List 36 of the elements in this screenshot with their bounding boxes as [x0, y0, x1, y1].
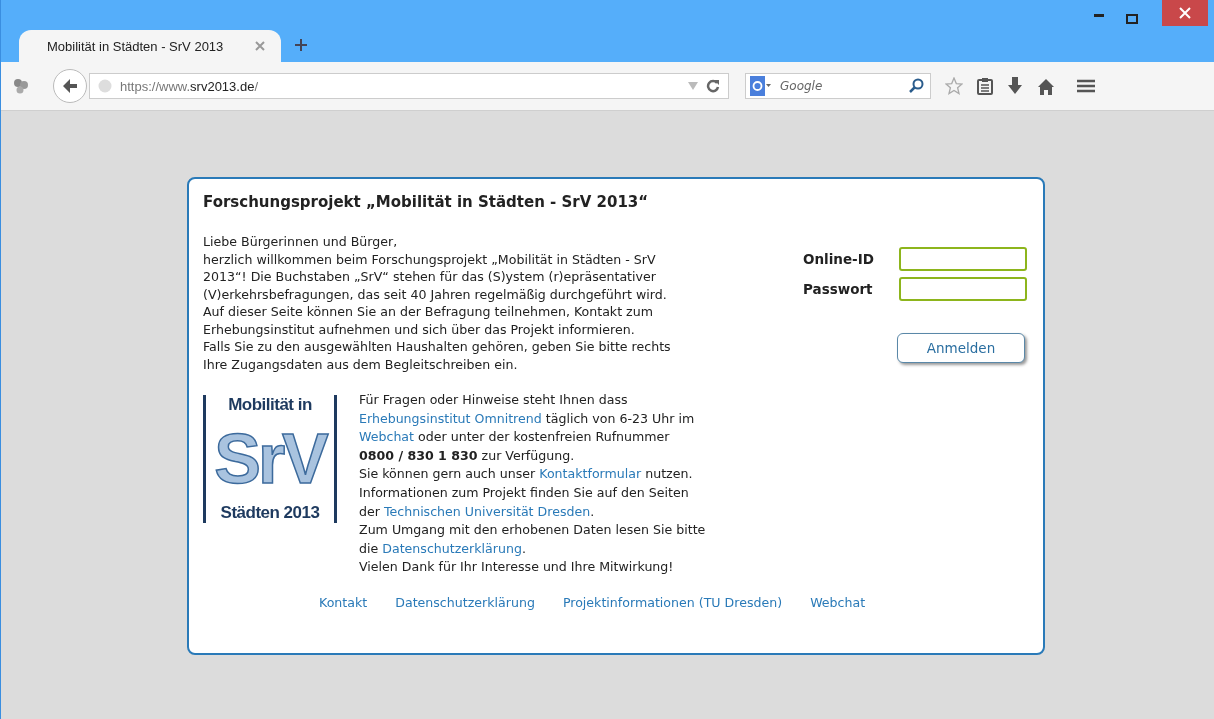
plus-icon[interactable] — [295, 39, 307, 51]
login-button[interactable]: Anmelden — [897, 333, 1025, 363]
intro-paragraph: Liebe Bürgerinnen und Bürger, herzlich willkommen beim Forschungsprojekt „Mobilität in Städten - SrV 2013“! Die Buchstaben „SrV“ stehen für das (S)ystem (r)epräsentativer (V)erkehrsbefragungen, das seit 40 Jahren regelmäßig durchgeführt wird. Auf dieser Seite können Sie an der Befragung teilnehmen, Kontakt zum Erhebungsinstitut aufnehmen und sich über das Projekt informieren. Falls Sie zu den ausgewählten Haushalten gehören, geben Sie bitte rechts Ihre Zugangsdaten aus dem Begleitschreiben ein. — [203, 233, 672, 373]
close-icon — [1179, 7, 1191, 19]
input-field[interactable] — [899, 277, 1027, 301]
close-icon[interactable] — [255, 41, 265, 51]
text-link[interactable]: Webchat — [359, 429, 415, 445]
minimize-icon[interactable] — [1094, 14, 1104, 18]
star-icon[interactable] — [945, 77, 963, 95]
menu-icon[interactable] — [1077, 79, 1095, 93]
field-label: Online-ID — [803, 251, 875, 267]
maximize-icon[interactable] — [1126, 14, 1138, 24]
home-icon[interactable] — [1037, 77, 1055, 95]
footer-link[interactable]: Datenschutzerklärung — [395, 594, 535, 610]
search-bar[interactable]: Google — [745, 73, 931, 99]
reload-icon[interactable] — [706, 79, 720, 93]
logo-mark: SrV — [214, 421, 326, 497]
field-label: Passwort — [803, 281, 874, 297]
info-paragraph: Für Fragen oder Hinweise steht Ihnen dass Erhebungsinstitut Omnitrend täglich von 6-23 Uhr im Webchat oder unter der kostenfreien Rufnummer 0800 / 830 1 830 zur Verfügung. Sie können gern auch unser Kontaktformular nutzen. Informationen zum Projekt finden Sie auf den Seiten der Technischen Universität Dresden. Zum Umgang mit den erhobenen Daten lesen Sie bitte die Datenschutzerklärung. Vielen Dank für Ihr Interesse und Ihre Mitwirkung! — [359, 391, 706, 577]
input-field[interactable] — [899, 247, 1027, 271]
browser-tab[interactable]: Mobilität in Städten - SrV 2013 — [19, 30, 281, 62]
close-button[interactable] — [1162, 0, 1208, 26]
text-link[interactable]: Kontaktformular — [539, 466, 642, 482]
search-icon[interactable] — [908, 78, 924, 94]
text-link[interactable]: Datenschutzerklärung — [382, 540, 522, 556]
footer-link[interactable]: Webchat — [810, 594, 866, 610]
download-icon[interactable] — [1007, 77, 1023, 95]
text-link[interactable]: Erhebungsinstitut Omnitrend — [359, 410, 542, 426]
back-arrow-icon — [62, 79, 78, 93]
address-bar[interactable]: https://www.srv2013.de/ — [89, 73, 729, 99]
page-title: Forschungsprojekt „Mobilität in Städten - SrV 2013“ — [203, 193, 650, 211]
url-text: https://www.srv2013.de/ — [120, 78, 260, 94]
clipboard-icon[interactable] — [977, 77, 993, 95]
back-button[interactable] — [53, 69, 87, 103]
footer-link[interactable]: Kontakt — [319, 594, 368, 610]
footer-link[interactable]: Projektinformationen (TU Dresden) — [562, 594, 783, 610]
